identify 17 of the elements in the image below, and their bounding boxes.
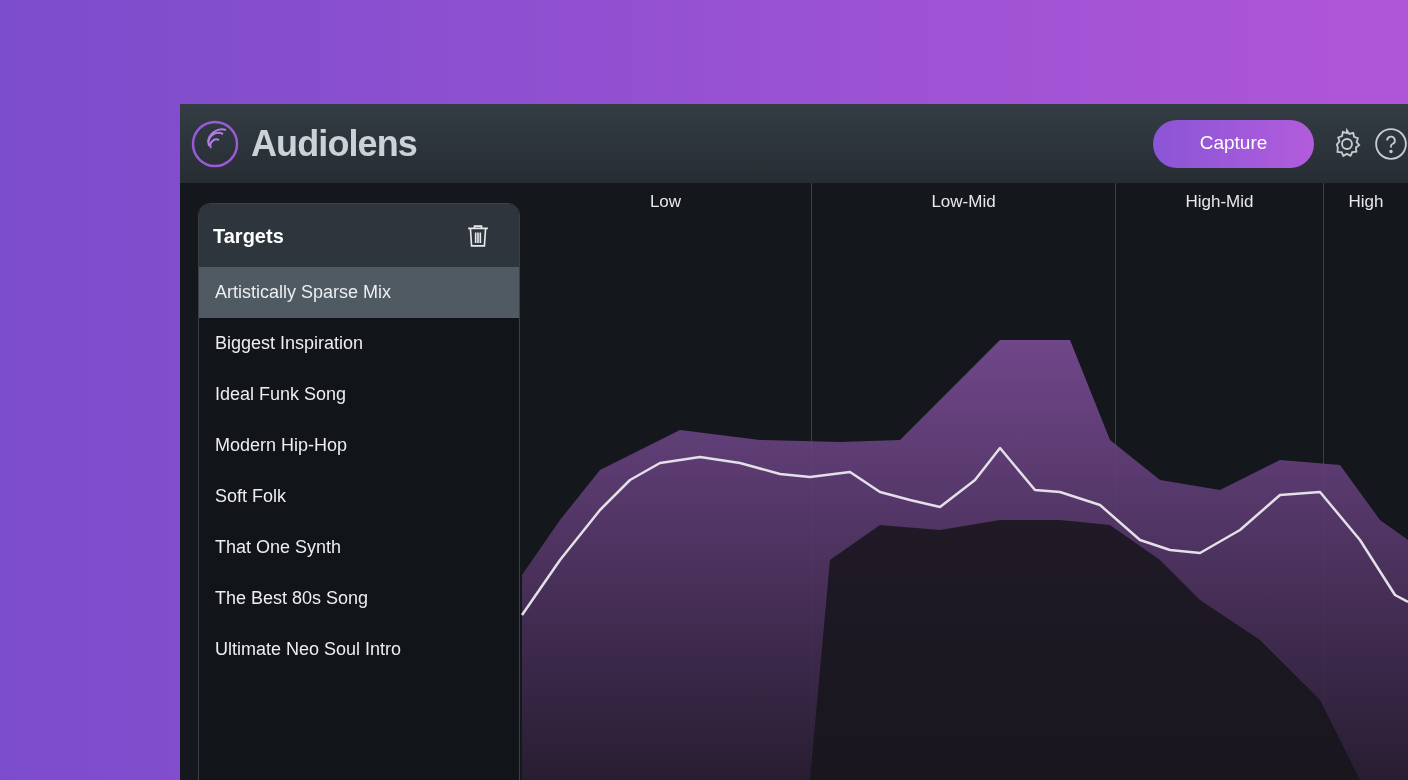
- band-label: High-Mid: [1185, 191, 1254, 213]
- target-item[interactable]: Soft Folk: [199, 471, 519, 522]
- target-item[interactable]: Ideal Funk Song: [199, 369, 519, 420]
- band-label: Low-Mid: [931, 191, 996, 213]
- capture-button[interactable]: Capture: [1153, 119, 1314, 168]
- target-item[interactable]: Ultimate Neo Soul Intro: [199, 624, 519, 675]
- target-item[interactable]: Artistically Sparse Mix: [199, 267, 519, 318]
- logo-icon: [191, 119, 239, 168]
- app-title: Audiolens: [251, 121, 417, 166]
- help-icon[interactable]: [1374, 126, 1408, 161]
- target-item[interactable]: Modern Hip-Hop: [199, 420, 519, 471]
- target-item[interactable]: The Best 80s Song: [199, 573, 519, 624]
- target-item[interactable]: Biggest Inspiration: [199, 318, 519, 369]
- band-label: High: [1348, 191, 1384, 213]
- targets-title: Targets: [213, 223, 284, 249]
- band-label: Low: [649, 191, 682, 213]
- target-item[interactable]: That One Synth: [199, 522, 519, 573]
